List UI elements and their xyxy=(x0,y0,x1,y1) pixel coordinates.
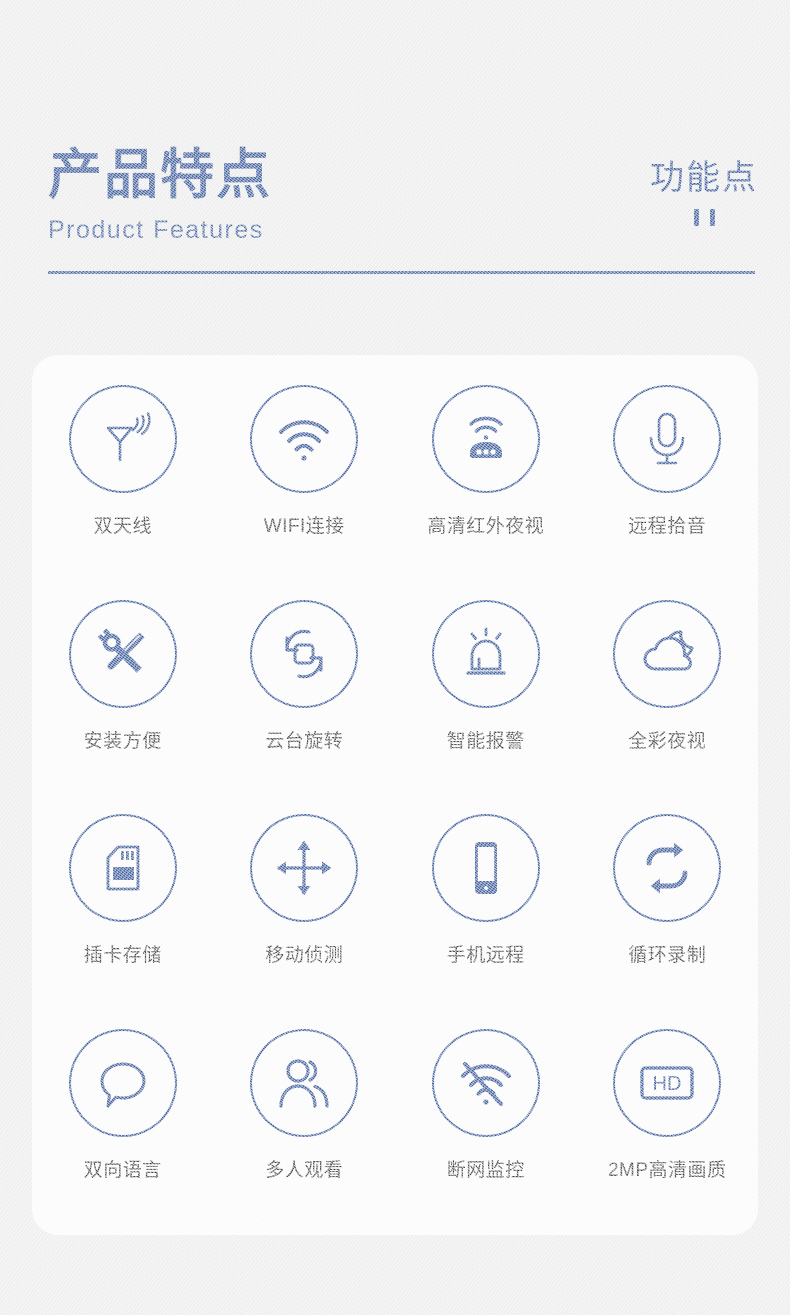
feature-label: 断网监控 xyxy=(446,1159,525,1181)
feature-item[interactable]: 双向语言 xyxy=(32,1021,214,1236)
feature-label: WIFI连接 xyxy=(263,516,345,537)
feature-item[interactable]: 多人观看 xyxy=(214,1021,396,1236)
header-right-block: 功能点 xyxy=(650,157,758,226)
feature-icon-circle xyxy=(68,599,177,708)
feature-item[interactable]: 全彩夜视 xyxy=(577,592,759,807)
page-header: 产品特点 Product Features 功能点 xyxy=(48,145,758,275)
feature-icon-circle xyxy=(68,814,177,922)
header-divider xyxy=(48,271,755,274)
feature-icon-circle xyxy=(431,1028,540,1137)
feature-label: 安装方便 xyxy=(83,730,162,752)
wifi-off-icon xyxy=(460,1061,511,1106)
microphone-icon xyxy=(649,412,685,465)
feature-item[interactable]: 手机远程 xyxy=(395,806,577,1021)
feature-icon-circle xyxy=(613,599,722,708)
header-right-label: 功能点 xyxy=(650,159,758,197)
quote-bar-right xyxy=(709,209,715,226)
wifi-icon xyxy=(279,420,330,461)
feature-label: 2MP高清画质 xyxy=(607,1159,727,1181)
sd-card-icon xyxy=(106,845,140,891)
loop-repeat-icon xyxy=(646,842,688,894)
antenna-icon xyxy=(106,412,151,462)
page-subtitle: Product Features xyxy=(48,216,264,244)
feature-icon-circle xyxy=(68,385,177,493)
feature-item[interactable]: 断网监控 xyxy=(395,1021,577,1236)
feature-item[interactable]: HD 2MP高清画质 xyxy=(577,1021,759,1236)
feature-icon-circle xyxy=(431,599,540,708)
cloud-moon-icon xyxy=(643,629,694,670)
feature-label: 云台旋转 xyxy=(265,730,344,752)
feature-icon-circle xyxy=(431,814,540,922)
two-people-icon xyxy=(279,1058,329,1108)
feature-item[interactable]: 远程拾音 xyxy=(577,377,759,592)
feature-label: 双向语言 xyxy=(83,1159,162,1181)
feature-icon-circle xyxy=(250,814,359,922)
svg-text:HD: HD xyxy=(653,1073,682,1095)
feature-item[interactable]: 云台旋转 xyxy=(214,592,396,807)
feature-label: 高清红外夜视 xyxy=(427,516,545,537)
feature-icon-circle xyxy=(250,599,359,708)
product-features-page: 产品特点 Product Features 功能点 双天线 WIFI连接 高清红… xyxy=(0,0,790,1315)
title-block: 产品特点 Product Features xyxy=(48,145,272,245)
feature-item[interactable]: 高清红外夜视 xyxy=(395,377,577,592)
feature-label: 远程拾音 xyxy=(628,516,707,537)
feature-label: 循环录制 xyxy=(628,945,707,966)
feature-item[interactable]: WIFI连接 xyxy=(214,377,396,592)
feature-label: 手机远程 xyxy=(446,945,525,966)
feature-item[interactable]: 移动侦测 xyxy=(214,806,396,1021)
feature-label: 移动侦测 xyxy=(265,945,344,966)
page-title: 产品特点 xyxy=(48,145,272,205)
feature-label: 多人观看 xyxy=(265,1159,344,1181)
feature-item[interactable]: 插卡存储 xyxy=(32,806,214,1021)
features-card: 双天线 WIFI连接 高清红外夜视 远程拾音 安装方便 云台旋转 智能报警 全彩… xyxy=(32,355,758,1235)
router-icon xyxy=(469,416,503,458)
feature-item[interactable]: 双天线 xyxy=(32,377,214,592)
feature-icon-circle xyxy=(613,814,722,922)
siren-alarm-icon xyxy=(466,627,506,675)
quote-mark-decoration xyxy=(650,209,758,226)
speech-bubble-icon xyxy=(100,1062,146,1107)
hd-badge-icon: HD xyxy=(640,1065,694,1100)
feature-icon-circle xyxy=(68,1028,177,1137)
feature-label: 插卡存储 xyxy=(83,945,162,966)
quote-bar-left xyxy=(693,209,699,226)
features-grid: 双天线 WIFI连接 高清红外夜视 远程拾音 安装方便 云台旋转 智能报警 全彩… xyxy=(32,355,758,1235)
feature-icon-circle: HD xyxy=(613,1028,722,1137)
move-arrows-icon xyxy=(277,841,332,895)
feature-label: 全彩夜视 xyxy=(628,730,707,752)
feature-icon-circle xyxy=(250,385,359,493)
feature-item[interactable]: 安装方便 xyxy=(32,592,214,807)
rotate-ptz-icon xyxy=(285,629,323,678)
tools-icon xyxy=(97,628,145,673)
feature-icon-circle xyxy=(431,385,540,493)
smartphone-icon xyxy=(474,842,497,894)
feature-item[interactable]: 循环录制 xyxy=(577,806,759,1021)
feature-item[interactable]: 智能报警 xyxy=(395,592,577,807)
feature-label: 双天线 xyxy=(93,516,152,537)
feature-icon-circle xyxy=(613,385,722,493)
feature-icon-circle xyxy=(250,1028,359,1137)
feature-label: 智能报警 xyxy=(446,730,525,752)
